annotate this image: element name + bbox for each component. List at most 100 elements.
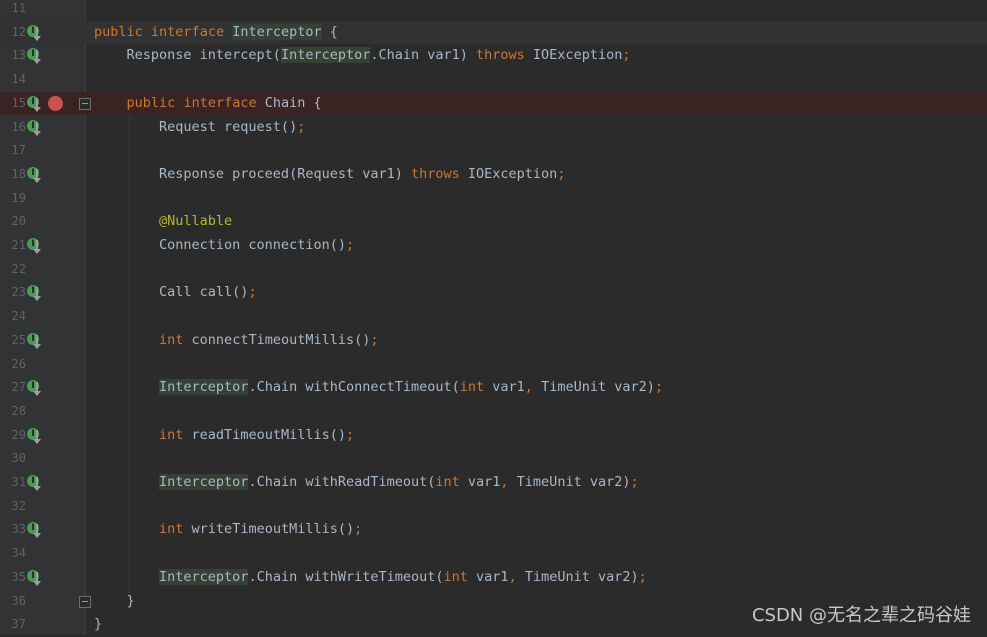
code-line[interactable]: 14: [0, 68, 987, 92]
code-token: Interceptor: [159, 474, 249, 490]
code-token: Connection connection(): [94, 237, 346, 253]
line-number: 19: [11, 190, 26, 205]
gutter-icons: I: [26, 378, 44, 398]
code-token: int: [459, 379, 485, 396]
code-line[interactable]: 31 I Interceptor.Chain withReadTimeout(in…: [0, 471, 987, 495]
code-line[interactable]: 13 I Response intercept(Interceptor.Chain…: [0, 44, 987, 68]
gutter-icons: I: [26, 520, 44, 540]
code-line[interactable]: 18 I Response proceed(Request var1) throw…: [0, 163, 987, 187]
gutter-icons: I: [26, 46, 44, 66]
fold-icon[interactable]: [79, 97, 91, 110]
code-line[interactable]: 11: [0, 0, 987, 21]
line-number: 27: [11, 380, 26, 395]
implements-down-arrow-icon[interactable]: I: [26, 474, 44, 492]
implements-down-arrow-icon[interactable]: I: [26, 379, 44, 397]
implements-down-arrow-icon[interactable]: I: [26, 237, 44, 255]
code-line[interactable]: 24: [0, 305, 987, 329]
implements-down-arrow-icon[interactable]: I: [26, 427, 44, 445]
implements-down-arrow-icon[interactable]: I: [26, 569, 44, 587]
code-line[interactable]: 27 I Interceptor.Chain withConnectTimeout…: [0, 376, 987, 400]
code-line[interactable]: 19: [0, 187, 987, 211]
implements-down-arrow-icon[interactable]: I: [26, 521, 44, 539]
impl-arrow: [33, 524, 41, 539]
code-line[interactable]: 32: [0, 495, 987, 519]
gutter-icons: I: [26, 331, 44, 351]
code-token: .Chain var1): [370, 47, 477, 64]
line-number: 26: [11, 356, 26, 371]
line-number: 13: [11, 48, 26, 63]
code-token: int: [159, 331, 184, 348]
code-token: ;: [622, 47, 631, 64]
implements-down-arrow-icon[interactable]: I: [26, 119, 44, 137]
fold-icon[interactable]: [79, 595, 91, 608]
code-token: ;: [297, 118, 306, 135]
code-line[interactable]: 33 I int writeTimeoutMillis();: [0, 518, 987, 542]
code-token: @Nullable: [159, 213, 233, 230]
line-number: 34: [11, 546, 26, 561]
code-token: Interceptor: [159, 568, 249, 585]
impl-arrow: [33, 50, 41, 65]
code-token: ;: [630, 474, 639, 490]
line-number: 23: [11, 285, 26, 300]
code-token: interface: [183, 94, 257, 111]
code-line[interactable]: 35 I Interceptor.Chain withWriteTimeout(i…: [0, 566, 987, 590]
code-line[interactable]: 26: [0, 353, 987, 377]
code-editor[interactable]: 11 12 Ipublic interface Interceptor {13 I R…: [0, 0, 987, 635]
code-token: Call call(): [94, 284, 249, 301]
code-line[interactable]: 25 I int connectTimeoutMillis();: [0, 329, 987, 353]
code-text: public interface Interceptor {: [94, 21, 338, 45]
code-line[interactable]: 21 I Connection connection();: [0, 234, 987, 258]
implements-down-arrow-icon[interactable]: I: [26, 284, 44, 302]
code-line[interactable]: 22: [0, 258, 987, 282]
code-token: ;: [654, 379, 663, 396]
line-number: 30: [11, 451, 26, 466]
implements-down-arrow-icon[interactable]: I: [26, 24, 44, 42]
code-text: Call call();: [94, 281, 257, 305]
code-token: Response intercept(: [94, 47, 281, 64]
code-line[interactable]: 34: [0, 542, 987, 566]
impl-arrow: [33, 429, 41, 444]
code-token: throws: [410, 165, 460, 182]
code-line[interactable]: 17: [0, 139, 987, 163]
code-line[interactable]: 20 @Nullable: [0, 210, 987, 234]
impl-arrow: [33, 571, 41, 586]
code-line[interactable]: 16 I Request request();: [0, 116, 987, 140]
watermark: CSDN @无名之辈之码谷娃: [751, 605, 971, 626]
breakpoint-icon[interactable]: [48, 96, 63, 112]
line-number: 33: [11, 522, 26, 537]
code-line[interactable]: 12 Ipublic interface Interceptor {: [0, 20, 987, 45]
code-token: }: [94, 592, 135, 609]
implements-down-arrow-icon[interactable]: I: [26, 47, 44, 65]
code-token: interface: [150, 23, 225, 40]
code-line[interactable]: 28: [0, 400, 987, 424]
impl-arrow: [33, 382, 41, 397]
gutter-icons: I: [26, 568, 44, 588]
code-token: .Chain withReadTimeout(: [248, 474, 436, 490]
code-line[interactable]: 29 I int readTimeoutMillis();: [0, 424, 987, 448]
gutter-icons: I: [26, 426, 44, 446]
code-token: readTimeoutMillis(): [183, 426, 346, 443]
code-token: ;: [638, 568, 647, 585]
implements-down-arrow-icon[interactable]: I: [26, 332, 44, 350]
line-number: 16: [11, 119, 26, 134]
code-text: Interceptor.Chain withReadTimeout(int va…: [94, 471, 639, 495]
implements-down-arrow-icon[interactable]: I: [26, 166, 44, 184]
impl-arrow: [33, 334, 41, 349]
impl-arrow: [33, 168, 41, 183]
line-number: 17: [11, 143, 26, 158]
code-text: int readTimeoutMillis();: [94, 424, 354, 448]
line-number: 24: [11, 309, 26, 324]
code-line[interactable]: 23 I Call call();: [0, 281, 987, 305]
code-token: TimeUnit var2): [508, 474, 631, 490]
code-token: Interceptor: [232, 23, 322, 40]
code-text: Interceptor.Chain withConnectTimeout(int…: [94, 376, 663, 400]
code-token: var1: [484, 379, 525, 396]
code-line[interactable]: 15 I public interface Chain {: [0, 91, 987, 116]
code-text: int writeTimeoutMillis();: [94, 518, 362, 542]
code-line[interactable]: 30: [0, 447, 987, 471]
implements-down-arrow-icon[interactable]: I: [26, 95, 44, 113]
